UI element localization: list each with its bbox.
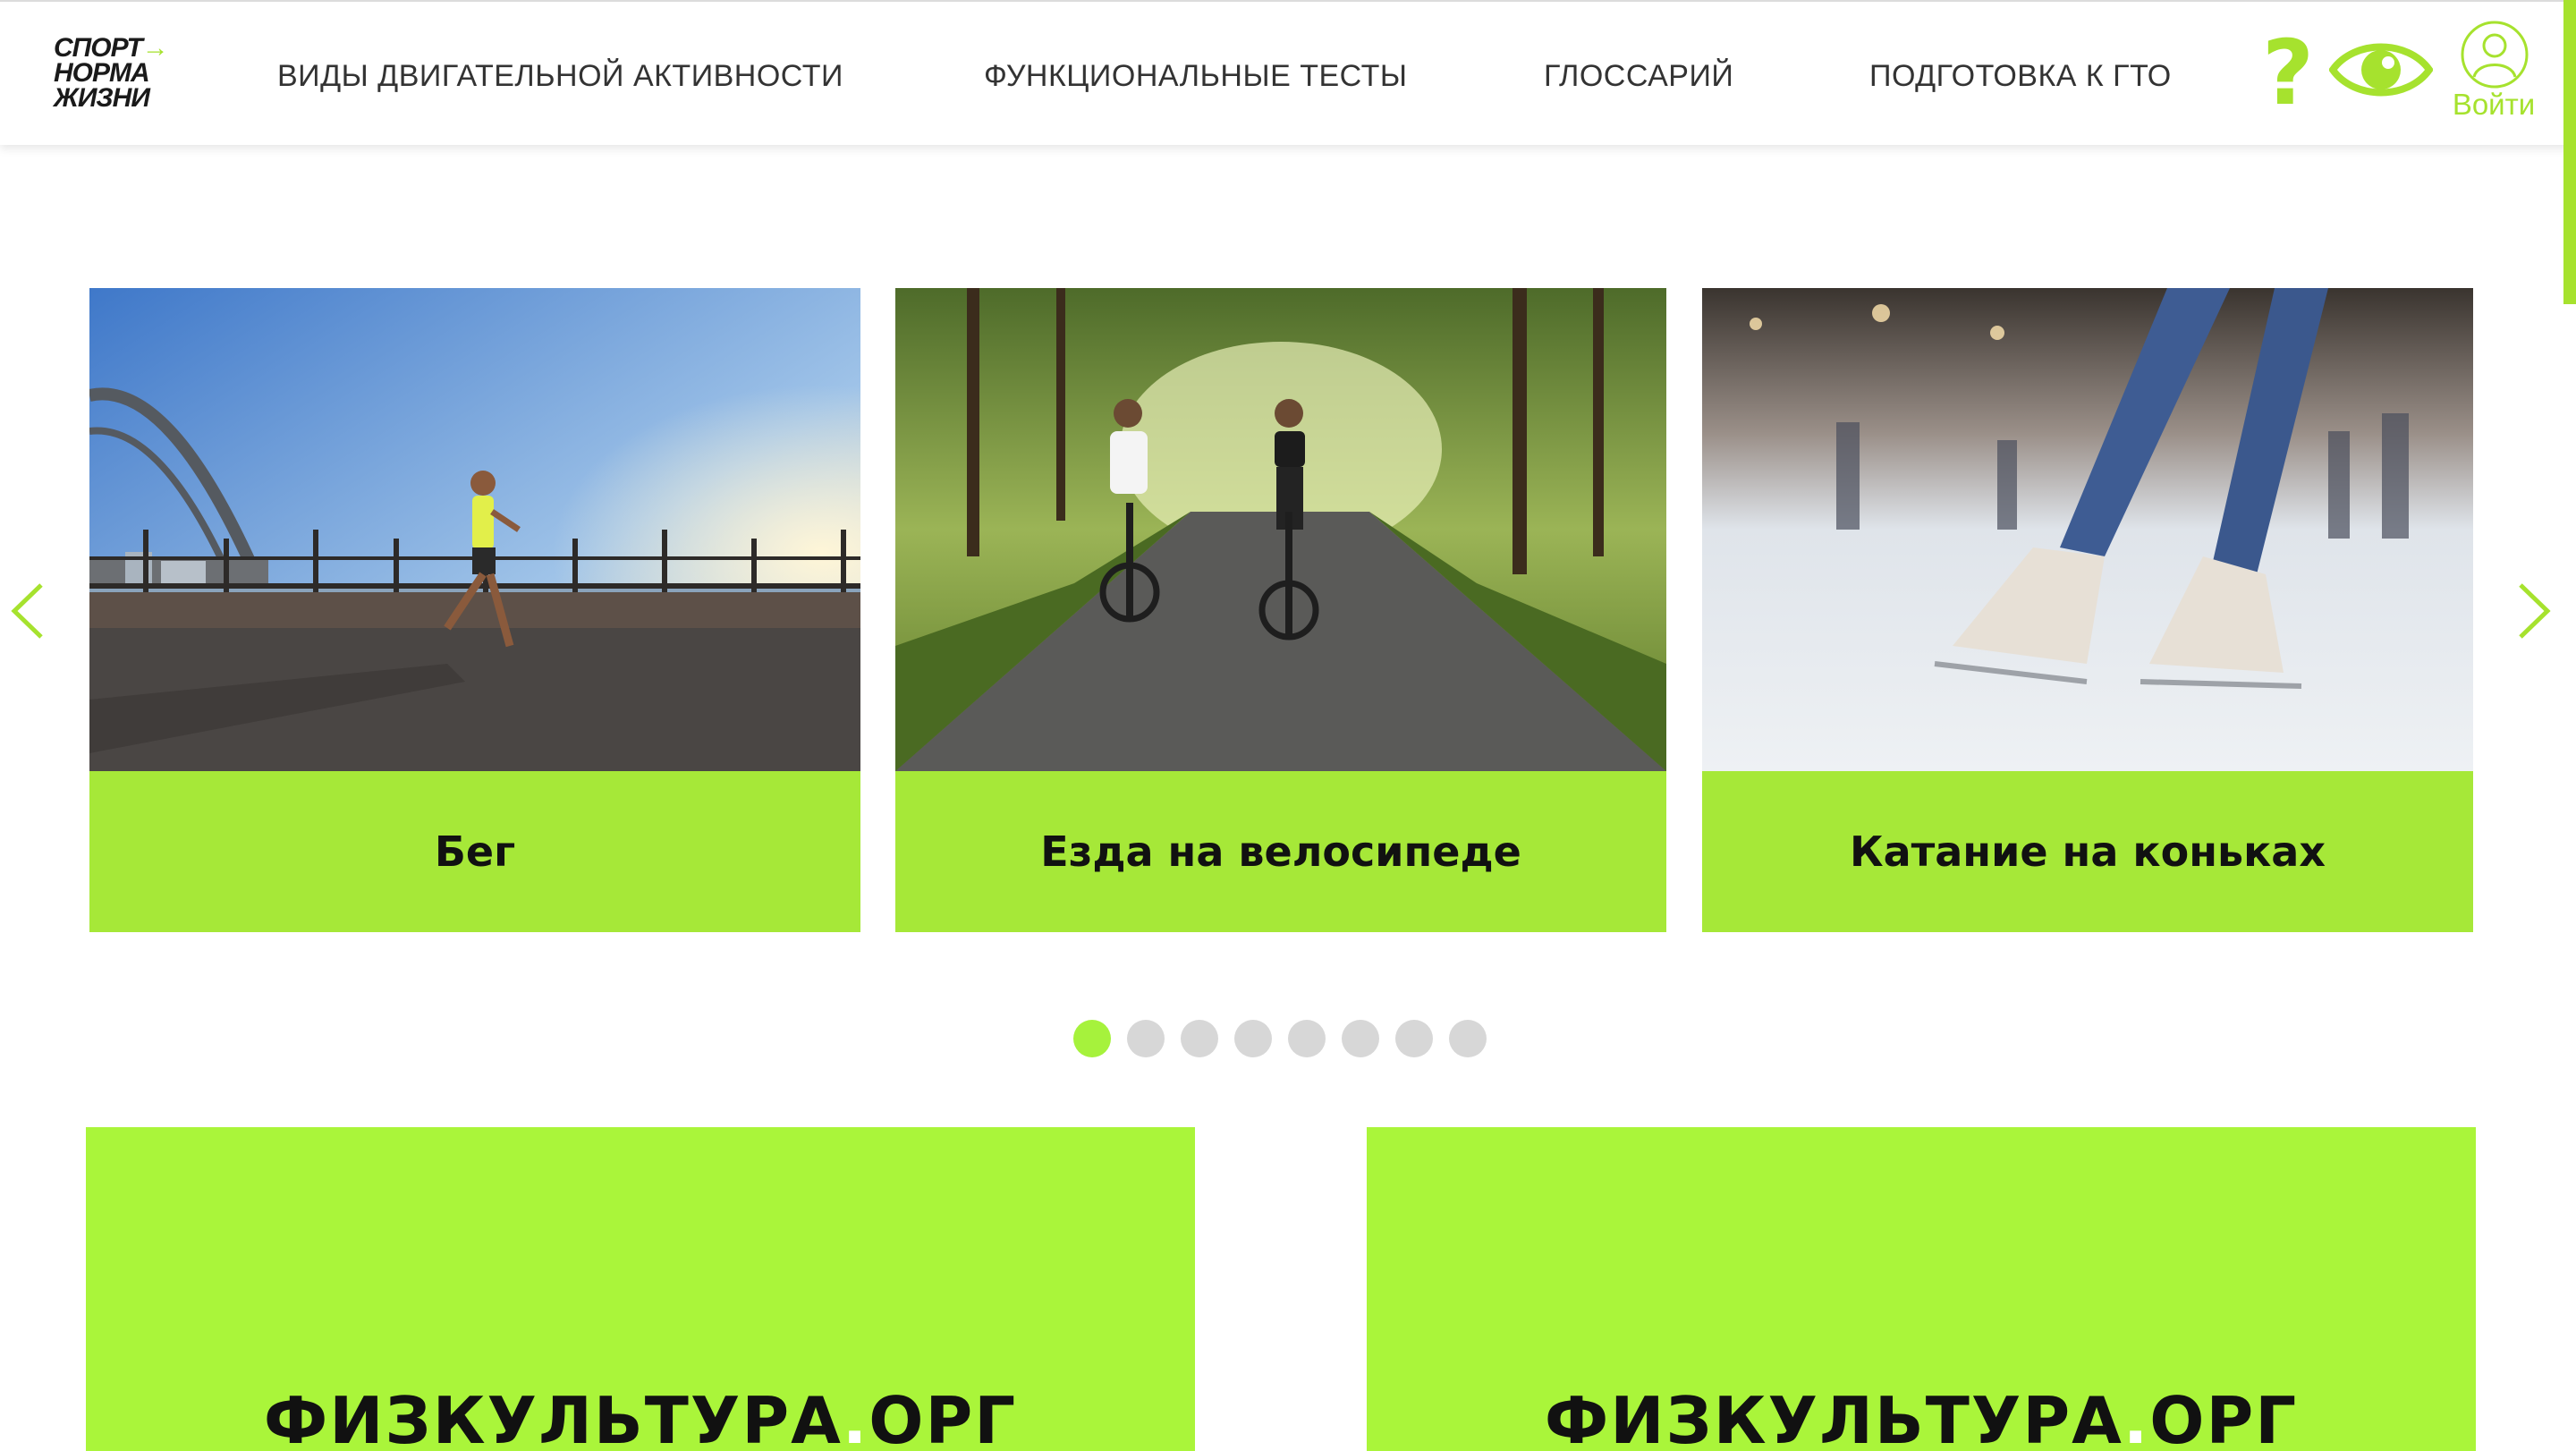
user-icon bbox=[2461, 21, 2529, 89]
carousel-dot-1[interactable] bbox=[1073, 1020, 1111, 1057]
activity-card-running[interactable]: Бег bbox=[89, 288, 860, 932]
activity-card-cycling[interactable]: Езда на велосипеде bbox=[895, 288, 1666, 932]
nav-item-glossary[interactable]: ГЛОССАРИЙ bbox=[1544, 59, 1733, 94]
logo-line-3: ЖИЗНИ bbox=[54, 83, 150, 113]
carousel-dot-6[interactable] bbox=[1342, 1020, 1379, 1057]
fizkultura-banner-left[interactable]: ФИЗКУЛЬТУРА.ОРГ bbox=[86, 1127, 1195, 1451]
nav-item-functional-tests[interactable]: ФУНКЦИОНАЛЬНЫЕ ТЕСТЫ bbox=[984, 59, 1407, 94]
card-title: Бег bbox=[89, 771, 860, 932]
carousel-dot-3[interactable] bbox=[1181, 1020, 1218, 1057]
question-mark-icon[interactable]: ? bbox=[2261, 29, 2315, 118]
site-logo[interactable]: СПОРТ→ НОРМА ЖИЗНИ bbox=[54, 35, 169, 115]
cycling-photo bbox=[895, 288, 1666, 771]
login-button[interactable]: Войти bbox=[2447, 20, 2540, 125]
card-title: Катание на коньках bbox=[1702, 771, 2473, 932]
brand-separator: . bbox=[842, 1383, 869, 1451]
brand-separator: . bbox=[2123, 1383, 2150, 1451]
fizkultura-logo: ФИЗКУЛЬТУРА.ОРГ bbox=[86, 1385, 1195, 1451]
carousel-dot-2[interactable] bbox=[1127, 1020, 1165, 1057]
card-title: Езда на велосипеде bbox=[895, 771, 1666, 932]
activity-card-skating[interactable]: Катание на коньках bbox=[1702, 288, 2473, 932]
brand-name: ФИЗКУЛЬТУРА bbox=[1544, 1383, 2123, 1451]
carousel-dot-7[interactable] bbox=[1395, 1020, 1433, 1057]
carousel-pagination bbox=[1073, 1020, 1487, 1059]
site-header: СПОРТ→ НОРМА ЖИЗНИ ВИДЫ ДВИГАТЕЛЬНОЙ АКТ… bbox=[0, 0, 2576, 145]
ice-skating-photo bbox=[1702, 288, 2473, 771]
carousel-dot-4[interactable] bbox=[1234, 1020, 1272, 1057]
brand-suffix: ОРГ bbox=[2149, 1383, 2299, 1451]
nav-item-activity-types[interactable]: ВИДЫ ДВИГАТЕЛЬНОЙ АКТИВНОСТИ bbox=[277, 59, 843, 94]
scrollbar-thumb[interactable] bbox=[2563, 0, 2576, 304]
fizkultura-logo: ФИЗКУЛЬТУРА.ОРГ bbox=[1367, 1385, 2476, 1451]
carousel-dot-5[interactable] bbox=[1288, 1020, 1326, 1057]
carousel-dot-8[interactable] bbox=[1449, 1020, 1487, 1057]
chevron-right-icon[interactable] bbox=[2515, 580, 2555, 642]
brand-suffix: ОРГ bbox=[869, 1383, 1018, 1451]
running-photo bbox=[89, 288, 860, 771]
nav-item-gto-prep[interactable]: ПОДГОТОВКА К ГТО bbox=[1869, 59, 2172, 94]
login-label: Войти bbox=[2452, 88, 2536, 121]
brand-name: ФИЗКУЛЬТУРА bbox=[263, 1383, 843, 1451]
logo-line-2: НОРМА bbox=[54, 58, 150, 88]
fizkultura-banner-right[interactable]: ФИЗКУЛЬТУРА.ОРГ bbox=[1367, 1127, 2476, 1451]
chevron-left-icon[interactable] bbox=[7, 580, 47, 642]
eye-icon[interactable] bbox=[2329, 34, 2433, 106]
